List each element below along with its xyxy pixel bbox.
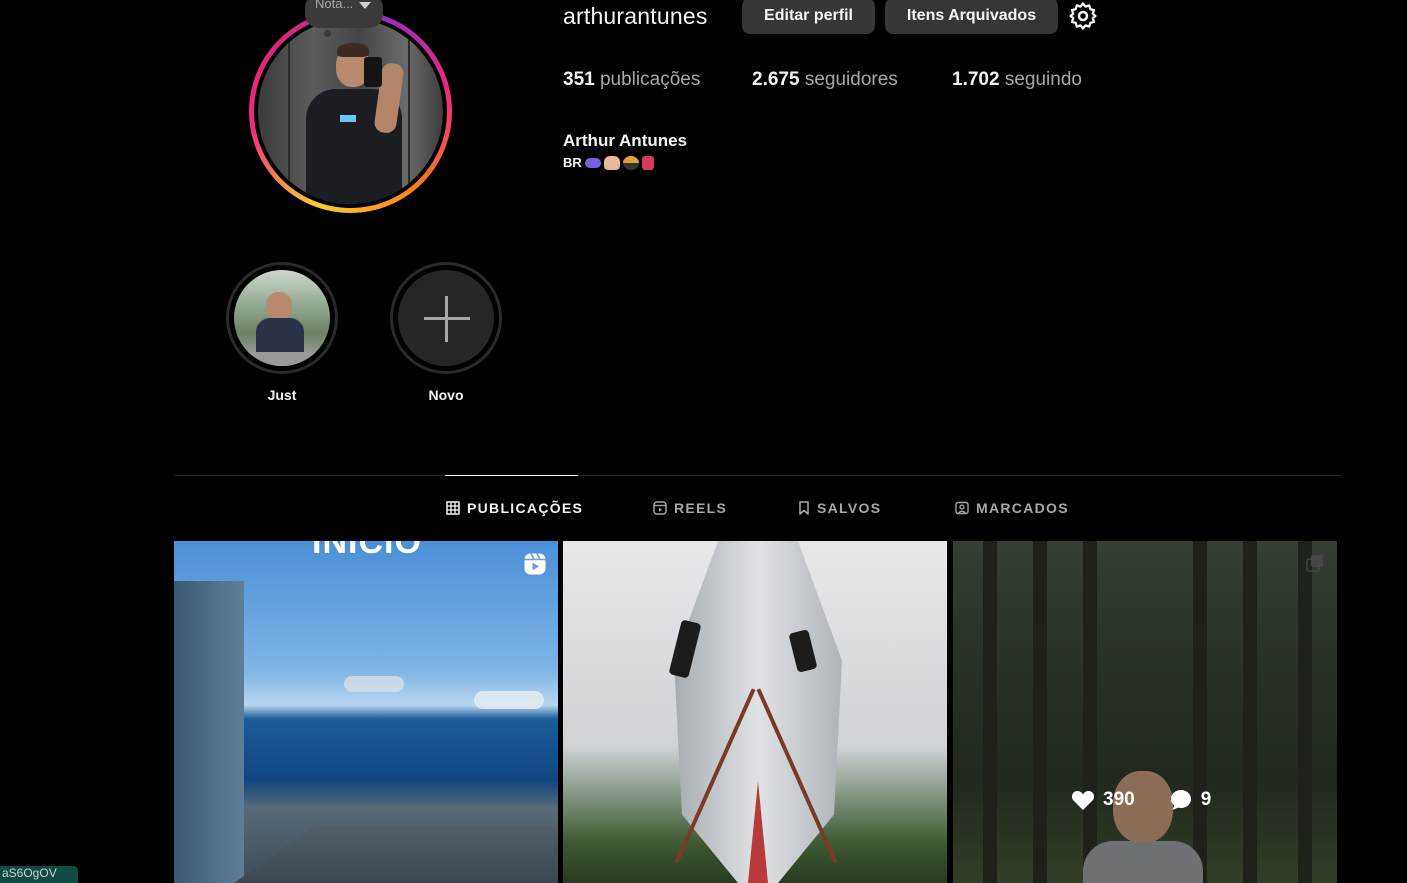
followers-count: 2.675 bbox=[752, 69, 800, 90]
following-label: seguindo bbox=[1004, 69, 1082, 90]
tab-label: REELS bbox=[674, 500, 728, 516]
bio-country: BR bbox=[563, 155, 582, 170]
highlight-just[interactable] bbox=[226, 262, 338, 374]
edit-profile-button[interactable]: Editar perfil bbox=[742, 0, 875, 34]
post-thumbnail[interactable]: INÍCIO bbox=[174, 541, 558, 883]
post-thumbnail[interactable]: 390 9 bbox=[953, 541, 1337, 883]
posts-label: publicações bbox=[599, 69, 701, 90]
profile-avatar[interactable] bbox=[249, 10, 452, 213]
stat-following[interactable]: 1.702 seguindo bbox=[952, 69, 1082, 91]
book-icon bbox=[641, 155, 654, 170]
plus-icon bbox=[398, 270, 494, 366]
posts-count: 351 bbox=[563, 69, 595, 90]
highlight-label: Just bbox=[267, 387, 297, 403]
heart-icon bbox=[1071, 790, 1095, 810]
post-overlay-text: INÍCIO bbox=[312, 541, 422, 561]
multi-photo-icon bbox=[1306, 555, 1323, 572]
cyclist-icon bbox=[622, 155, 639, 170]
following-count: 1.702 bbox=[952, 69, 1000, 90]
likes-count: 390 bbox=[1103, 789, 1135, 810]
profile-bio: BR bbox=[563, 155, 654, 170]
settings-gear-icon[interactable] bbox=[1068, 1, 1098, 31]
tab-label: MARCADOS bbox=[976, 500, 1069, 516]
tab-reels[interactable]: REELS bbox=[653, 500, 727, 516]
profile-username: arthurantunes bbox=[563, 3, 708, 29]
highlight-label: Novo bbox=[428, 387, 464, 403]
note-bubble-tail bbox=[324, 30, 331, 37]
post-hover-stats: 390 9 bbox=[1071, 788, 1235, 812]
caret-down-icon bbox=[359, 2, 371, 9]
raised-hand-icon bbox=[603, 155, 620, 170]
status-url-badge: aS6OgOV bbox=[0, 866, 78, 883]
avatar-photo bbox=[258, 19, 443, 204]
tagged-icon bbox=[955, 501, 969, 515]
post-thumbnail[interactable] bbox=[563, 541, 947, 883]
note-text: Nota... bbox=[315, 0, 354, 11]
tab-label: SALVOS bbox=[817, 500, 882, 516]
tab-label: PUBLICAÇÕES bbox=[467, 500, 584, 516]
tab-posts[interactable]: PUBLICAÇÕES bbox=[446, 500, 583, 516]
reel-icon bbox=[524, 553, 546, 575]
ship-tower-image bbox=[174, 581, 244, 883]
profile-full-name: Arthur Antunes bbox=[563, 131, 688, 150]
ship-deck-image bbox=[234, 826, 558, 883]
grid-icon bbox=[446, 501, 460, 515]
active-tab-indicator bbox=[445, 475, 578, 476]
stat-followers[interactable]: 2.675 seguidores bbox=[752, 69, 898, 91]
followers-label: seguidores bbox=[804, 69, 898, 90]
tabs-divider bbox=[174, 475, 1342, 476]
game-controller-icon bbox=[584, 157, 601, 168]
comment-icon bbox=[1170, 790, 1191, 810]
hover-overlay bbox=[953, 541, 1337, 883]
tab-tagged[interactable]: MARCADOS bbox=[955, 500, 1069, 516]
bookmark-icon bbox=[799, 501, 809, 515]
reels-icon bbox=[653, 501, 667, 515]
archived-items-button[interactable]: Itens Arquivados bbox=[885, 0, 1058, 34]
comments-count: 9 bbox=[1200, 789, 1212, 810]
highlight-cover-photo bbox=[234, 270, 330, 366]
stat-posts: 351 publicações bbox=[563, 69, 700, 91]
tab-saved[interactable]: SALVOS bbox=[798, 500, 881, 516]
highlight-new[interactable] bbox=[390, 262, 502, 374]
note-bubble[interactable]: Nota... bbox=[305, 0, 383, 28]
